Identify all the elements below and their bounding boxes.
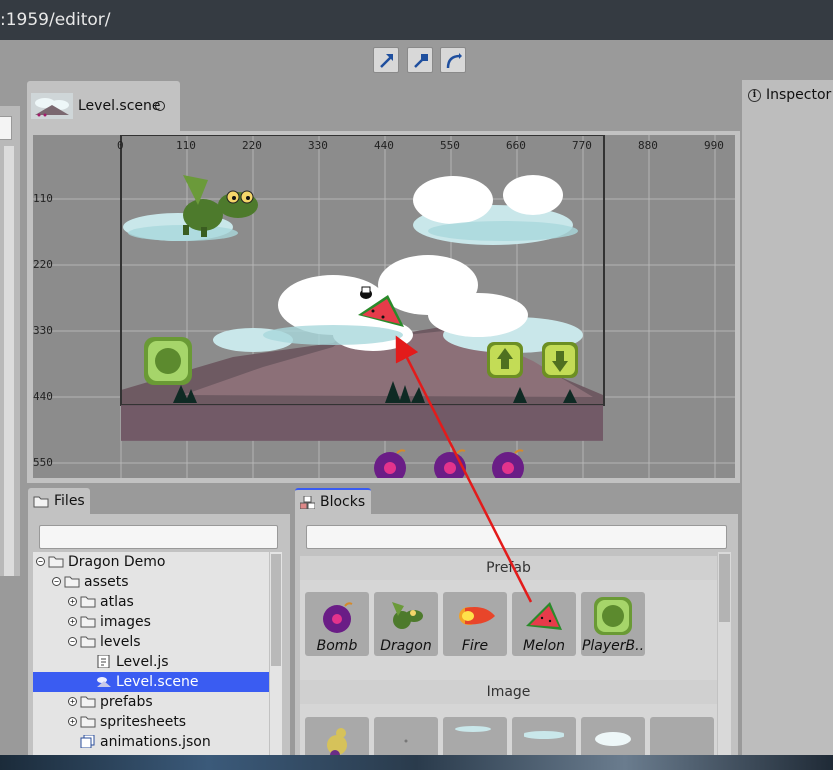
drag-arrow-overlay bbox=[395, 335, 533, 603]
taskbar-strip bbox=[0, 755, 833, 770]
drag-arrow bbox=[395, 335, 533, 603]
